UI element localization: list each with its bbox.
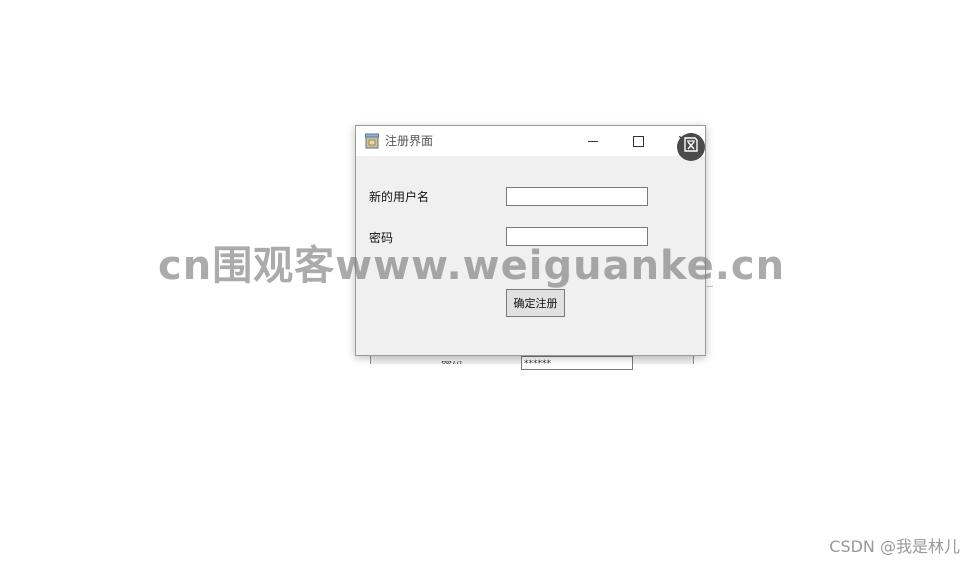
confirm-register-button[interactable]: 确定注册 <box>506 289 565 317</box>
username-input[interactable] <box>506 187 648 206</box>
minimize-icon <box>588 140 598 142</box>
window-title: 注册界面 <box>385 134 434 148</box>
title-bar[interactable]: 注册界面 ✕ <box>356 126 705 156</box>
app-window-icon <box>365 133 379 149</box>
translate-button[interactable] <box>677 133 705 161</box>
background-password-label: 密码 <box>441 361 463 364</box>
watermark: cn围观客www.weiguanke.cn <box>158 243 786 289</box>
credit-text: CSDN @我是林儿 <box>829 537 960 556</box>
username-label: 新的用户名 <box>369 190 430 204</box>
minimize-button[interactable] <box>570 126 616 156</box>
translate-icon <box>682 136 700 158</box>
maximize-button[interactable] <box>615 126 661 156</box>
background-password-field[interactable]: ****** <box>521 356 633 370</box>
maximize-icon <box>632 135 644 147</box>
